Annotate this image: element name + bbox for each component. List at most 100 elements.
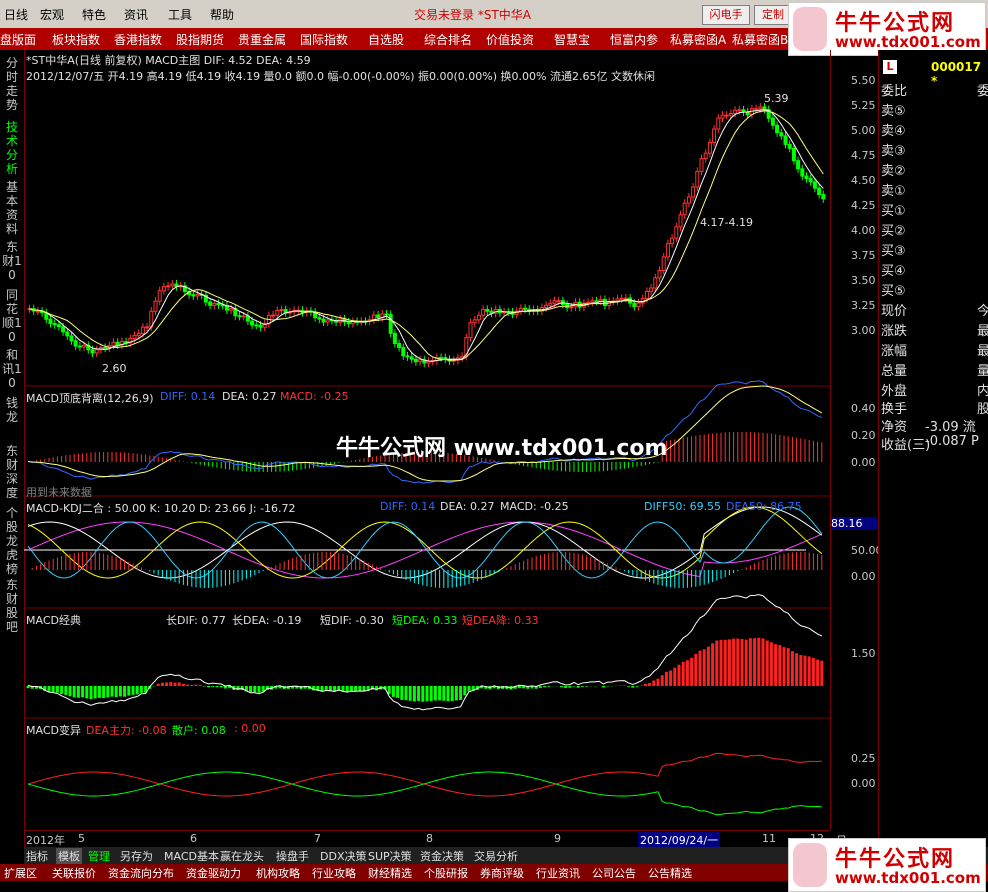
tab-trade-analysis[interactable]: 交易分析: [474, 848, 518, 864]
tab-dragon-tiger[interactable]: 个股龙虎榜: [2, 506, 22, 576]
nav-item[interactable]: 贵重金属: [238, 31, 286, 48]
tab-macd-basic[interactable]: MACD基本: [164, 848, 219, 864]
tab-ext[interactable]: 机构攻略: [256, 865, 300, 881]
nav-item[interactable]: 香港指数: [114, 31, 162, 48]
price-candle: [788, 144, 791, 148]
tab-ext[interactable]: 公告精选: [648, 865, 692, 881]
menu-item-daily[interactable]: 日线: [4, 6, 28, 23]
price-candle: [624, 298, 627, 299]
tab-hexun10[interactable]: 和讯10: [2, 348, 22, 390]
nav-item[interactable]: 盘版面: [0, 31, 36, 48]
nav-item[interactable]: 国际指数: [300, 31, 348, 48]
tab-sup[interactable]: SUP决策: [368, 848, 412, 864]
tab-ext[interactable]: 资金驱动力: [186, 865, 241, 881]
panel2-title: MACD顶底背离(12,26,9): [26, 390, 154, 406]
price-candle: [393, 333, 396, 343]
price-candle: [162, 287, 165, 291]
price-candle: [192, 295, 195, 296]
price-candle: [650, 288, 653, 291]
menu-item-tools[interactable]: 工具: [168, 6, 192, 23]
tab-technical[interactable]: 技术分析: [2, 120, 22, 176]
customize-button[interactable]: 定制: [754, 5, 792, 25]
flash-trade-button[interactable]: 闪电手: [702, 5, 750, 25]
nav-item[interactable]: 价值投资: [486, 31, 534, 48]
price-candle: [473, 320, 476, 323]
price-candle: [95, 350, 98, 353]
price-candle: [238, 316, 241, 317]
tab-ext[interactable]: 资金流向分布: [108, 865, 174, 881]
price-candle: [570, 307, 573, 308]
panel2-diff: DIFF: 0.14: [160, 390, 215, 403]
tab-eastmoney10[interactable]: 东财10: [2, 240, 22, 282]
quote-row: 买③: [881, 240, 906, 259]
quote-value: 内: [977, 380, 988, 399]
tab-ext[interactable]: 券商评级: [480, 865, 524, 881]
price-candle: [792, 148, 795, 160]
tab-ext[interactable]: 财经精选: [368, 865, 412, 881]
tab-fund[interactable]: 资金决策: [420, 848, 464, 864]
price-candle: [759, 107, 762, 109]
price-candle: [486, 309, 489, 311]
price-candle: [683, 203, 686, 215]
tab-template[interactable]: 模板: [56, 848, 82, 864]
menu-item-news[interactable]: 资讯: [124, 6, 148, 23]
price-candle: [62, 327, 65, 332]
tab-qianlong[interactable]: 钱龙: [2, 396, 22, 424]
main-force-line: [28, 753, 822, 796]
tab-ext[interactable]: 个股研报: [424, 865, 468, 881]
price-candle: [713, 129, 716, 142]
tab-fundamentals[interactable]: 基本资料: [2, 180, 22, 236]
price-candle: [519, 308, 522, 311]
price-candle: [322, 319, 325, 322]
tab-win-leader[interactable]: 赢在龙头: [220, 848, 264, 864]
main-chart-info: 2012/12/07/五 开4.19 高4.19 低4.19 收4.19 量0.…: [26, 68, 655, 84]
ytick: 3.00: [851, 324, 876, 337]
price-candle: [398, 344, 401, 348]
nav-item[interactable]: 私募密函B: [732, 31, 788, 48]
quote-label: 买②: [881, 224, 906, 239]
nav-item[interactable]: 恒富内参: [610, 31, 658, 48]
quote-row: 卖①: [881, 180, 906, 199]
ytick: 5.50: [851, 74, 876, 87]
tab-intraday[interactable]: 分时走势: [2, 56, 22, 112]
quote-label: 买③: [881, 244, 906, 259]
l2-icon[interactable]: L: [883, 60, 897, 74]
tab-trader[interactable]: 操盘手: [276, 848, 309, 864]
nav-item[interactable]: 综合排名: [424, 31, 472, 48]
tab-ext[interactable]: 行业资讯: [536, 865, 580, 881]
tab-manage[interactable]: 管理: [88, 848, 110, 864]
quote-row: 现价 今: [881, 300, 907, 319]
quote-row: 卖③: [881, 140, 906, 159]
tab-ddx[interactable]: DDX决策: [320, 848, 366, 864]
tab-ext[interactable]: 行业攻略: [312, 865, 356, 881]
nav-item[interactable]: 板块指数: [52, 31, 100, 48]
menu-item-help[interactable]: 帮助: [210, 6, 234, 23]
ytick: 5.00: [851, 124, 876, 137]
price-candle: [133, 336, 136, 339]
tab-indicator[interactable]: 指标: [26, 848, 48, 864]
date-label: 7: [314, 832, 321, 845]
tab-eastmoney-depth[interactable]: 东财深度: [2, 444, 22, 500]
nav-item[interactable]: 智慧宝: [554, 31, 590, 48]
price-candle: [738, 110, 741, 111]
nav-item[interactable]: 自选股: [368, 31, 404, 48]
tab-save-as[interactable]: 另存为: [120, 848, 153, 864]
menu-item-macro[interactable]: 宏观: [40, 6, 64, 23]
nav-item[interactable]: 股指期货: [176, 31, 224, 48]
nav-item[interactable]: 私募密函A: [670, 31, 726, 48]
price-candle: [167, 286, 170, 287]
tab-ext[interactable]: 公司公告: [592, 865, 636, 881]
quote-label: 涨跌: [881, 324, 907, 339]
tab-ext[interactable]: 扩展区: [4, 865, 37, 881]
price-candle: [616, 299, 619, 301]
tab-ths10[interactable]: 同花顺10: [2, 288, 22, 344]
price-candle: [209, 302, 212, 305]
tab-ext[interactable]: 关联报价: [52, 865, 96, 881]
ytick: 5.25: [851, 99, 876, 112]
price-candle: [104, 348, 107, 349]
ytick: 0.00: [851, 570, 876, 583]
menu-item-featured[interactable]: 特色: [82, 6, 106, 23]
tab-guba[interactable]: 东财股吧: [2, 578, 22, 634]
price-candle: [763, 107, 766, 110]
price-candle: [440, 357, 443, 358]
